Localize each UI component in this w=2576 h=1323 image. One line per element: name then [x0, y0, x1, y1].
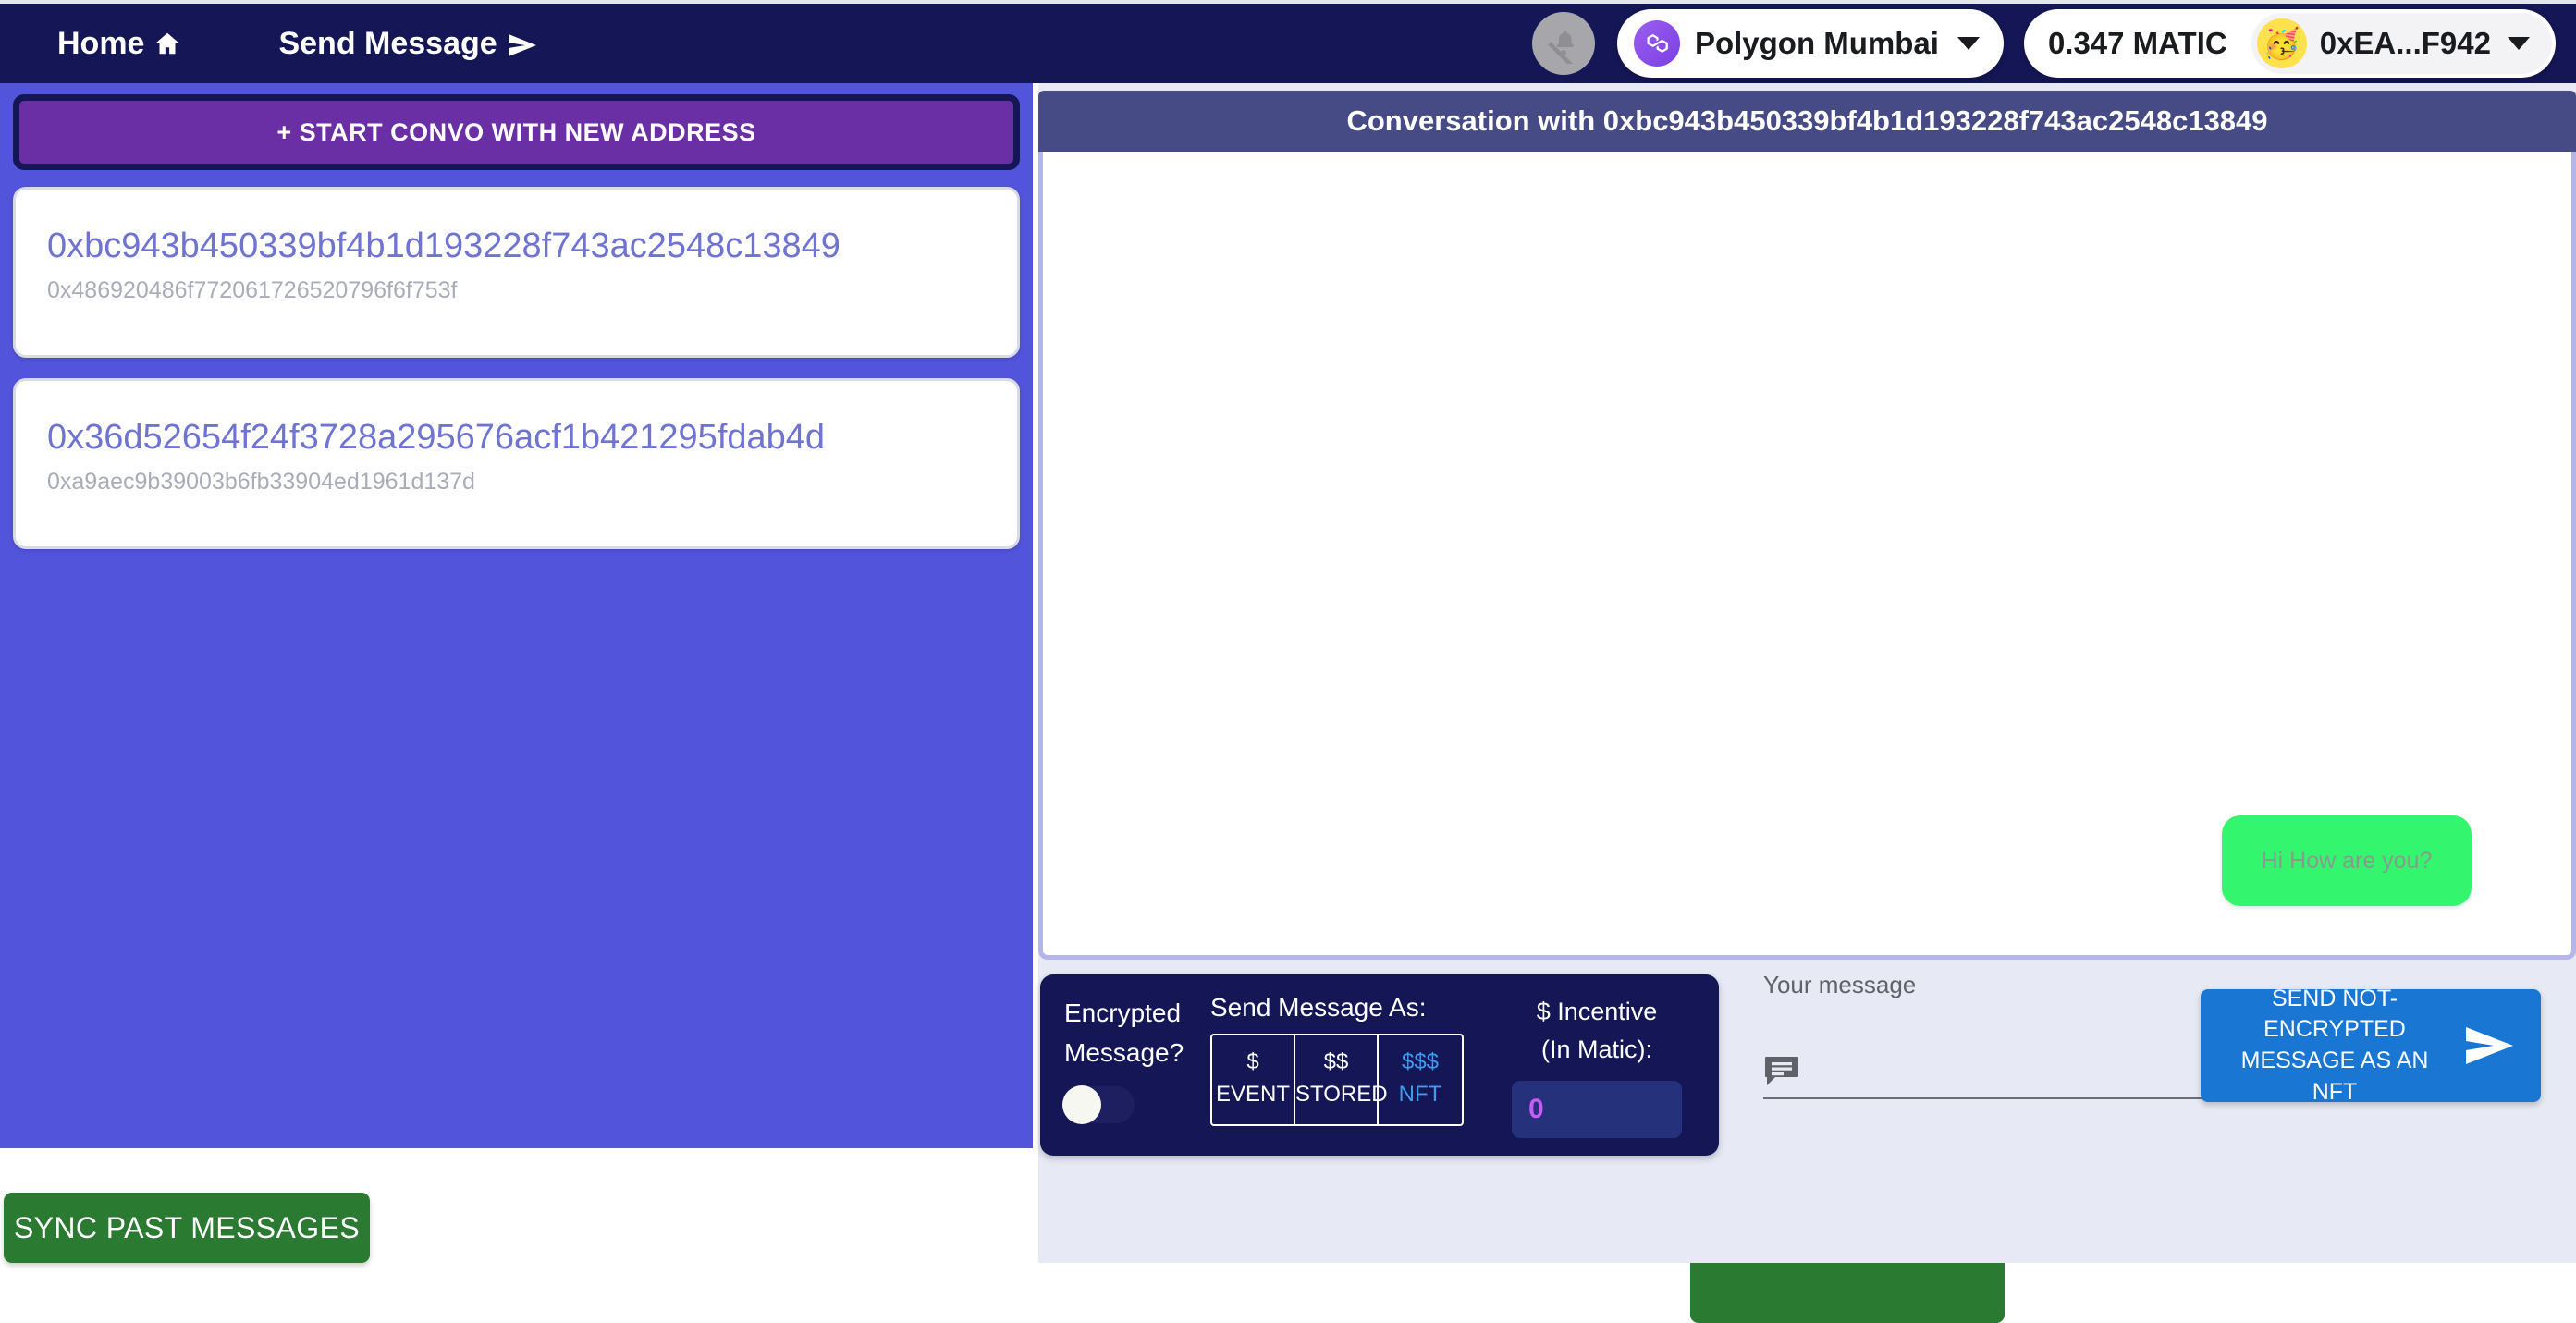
- send-as-price: $: [1246, 1049, 1259, 1074]
- list-item[interactable]: 0xbc943b450339bf4b1d193228f743ac2548c138…: [13, 187, 1020, 358]
- incentive-input[interactable]: [1512, 1081, 1682, 1138]
- send-as-title: Send Message As:: [1210, 993, 1427, 1022]
- send-as-price: $$: [1323, 1049, 1349, 1074]
- start-new-convo-button[interactable]: + START CONVO WITH NEW ADDRESS: [13, 94, 1020, 170]
- conversation-address: 0xbc943b450339bf4b1d193228f743ac2548c138…: [47, 227, 840, 265]
- nav-home-label: Home: [57, 25, 145, 61]
- send-as-options: $ EVENT $$ STORED $$$ NFT: [1210, 1034, 1464, 1126]
- send-icon: [2462, 1024, 2516, 1067]
- chevron-down-icon: [2508, 37, 2530, 50]
- composer-row: Encrypted Message? Send Message As: $ EV…: [1038, 960, 2576, 1182]
- send-button-label: SEND NOT-ENCRYPTED MESSAGE AS AN NFT: [2240, 985, 2429, 1105]
- conversation-address: 0x36d52654f24f3728a295676acf1b421295fdab…: [47, 418, 826, 457]
- encrypted-toggle-group: Encrypted Message?: [1040, 993, 1205, 1124]
- toggle-knob: [1062, 1084, 1101, 1124]
- polygon-logo-icon: [1633, 20, 1680, 67]
- nav-send-label: Send Message: [278, 25, 497, 61]
- conversation-list: 0xbc943b450339bf4b1d193228f743ac2548c138…: [0, 170, 1033, 549]
- send-as-option-stored[interactable]: $$ STORED: [1295, 1035, 1388, 1124]
- message-field-row[interactable]: [1763, 1020, 2207, 1099]
- message-input[interactable]: [1800, 1058, 2207, 1090]
- send-as-name: STORED: [1295, 1081, 1388, 1107]
- incentive-group: $ Incentive (In Matic):: [1512, 993, 1682, 1138]
- wallet-balance[interactable]: 0.347 MATIC: [2048, 26, 2251, 61]
- nav-link-home[interactable]: Home: [57, 26, 181, 62]
- encrypted-label-line2: Message?: [1064, 1038, 1184, 1068]
- chat-bubble-icon: [1763, 1055, 1800, 1086]
- chevron-down-icon: [1957, 37, 1980, 50]
- account-address-label: 0xEA...F942: [2319, 26, 2491, 60]
- incentive-label-line2: (In Matic):: [1540, 1035, 1652, 1063]
- message-bubble-outgoing: Hi How are you?: [2222, 815, 2472, 906]
- send-icon: [507, 31, 538, 56]
- account-button[interactable]: 🥳 0xEA...F942: [2251, 13, 2552, 74]
- send-as-name: NFT: [1398, 1081, 1442, 1107]
- message-options-panel: Encrypted Message? Send Message As: $ EV…: [1040, 974, 1719, 1156]
- encrypted-message-toggle[interactable]: [1062, 1084, 1135, 1124]
- wallet-controls: Polygon Mumbai 0.347 MATIC 🥳 0xEA...F942: [1531, 9, 2576, 78]
- navbar: Home Send Message Polygon Mumbai 0.347 M…: [0, 4, 2576, 83]
- avatar: 🥳: [2256, 18, 2307, 68]
- list-item[interactable]: 0x36d52654f24f3728a295676acf1b421295fdab…: [13, 378, 1020, 549]
- chain-selector-button[interactable]: Polygon Mumbai: [1616, 9, 2004, 78]
- send-as-price: $$$: [1401, 1049, 1440, 1074]
- send-message-button[interactable]: SEND NOT-ENCRYPTED MESSAGE AS AN NFT: [2201, 986, 2541, 1105]
- sync-past-messages-button[interactable]: SYNC PAST MESSAGES: [4, 1193, 370, 1263]
- send-as-option-nft[interactable]: $$$ NFT: [1379, 1035, 1462, 1124]
- send-message-as-group: Send Message As: $ EVENT $$ STORED $$$ N…: [1205, 993, 1464, 1126]
- bell-off-icon[interactable]: [1531, 12, 1595, 75]
- account-wrapper: 0.347 MATIC 🥳 0xEA...F942: [2023, 9, 2556, 78]
- send-as-option-event[interactable]: $ EVENT: [1212, 1035, 1295, 1124]
- conversation-preview: 0xa9aec9b39003b6fb33904ed1961d137d: [47, 468, 475, 495]
- conversation-preview: 0x486920486f772061726520796f6f753f: [47, 276, 458, 303]
- message-input-area: Your message: [1763, 971, 2207, 1099]
- message-input-label: Your message: [1763, 971, 1917, 998]
- sync-past-messages-button-secondary[interactable]: [1690, 1253, 2005, 1323]
- nav-link-send-message[interactable]: Send Message: [278, 26, 537, 62]
- encrypted-label-line1: Encrypted: [1064, 998, 1182, 1027]
- conversations-sidebar: + START CONVO WITH NEW ADDRESS 0xbc943b4…: [0, 83, 1033, 1148]
- incentive-label-line1: $ Incentive: [1536, 998, 1658, 1025]
- chat-panel: Conversation with 0xbc943b450339bf4b1d19…: [1038, 83, 2576, 1263]
- send-as-name: EVENT: [1215, 1081, 1290, 1107]
- message-list[interactable]: Hi How are you?: [1038, 152, 2576, 960]
- home-icon: [153, 30, 181, 57]
- chain-name-label: Polygon Mumbai: [1694, 26, 1939, 60]
- conversation-header: Conversation with 0xbc943b450339bf4b1d19…: [1038, 91, 2576, 152]
